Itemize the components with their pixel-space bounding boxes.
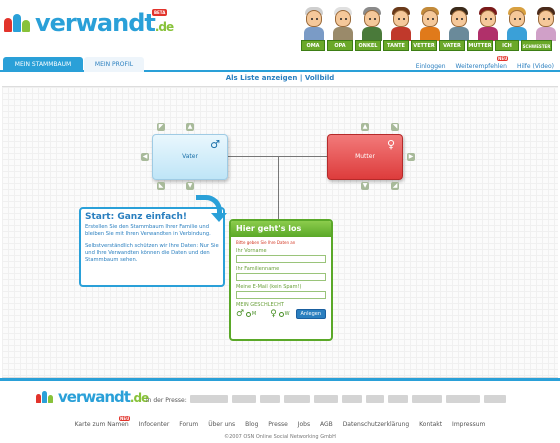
press-logo-image	[342, 395, 362, 403]
arrow-down-icon[interactable]: ▼	[361, 182, 369, 190]
curved-arrow-head-icon	[211, 213, 227, 222]
family-tab-vater[interactable]: VATER	[439, 40, 465, 51]
first-name-input[interactable]	[236, 255, 326, 263]
arrow-down-icon[interactable]: ▼	[186, 182, 194, 190]
list-view-link[interactable]: Als Liste anzeigen	[226, 74, 298, 82]
press-logo-image	[484, 395, 506, 403]
press-logo-image	[446, 395, 480, 403]
gender-label: MEIN GESCHLECHT	[236, 302, 284, 308]
press-logos	[190, 395, 510, 403]
copyright: ©2007 OSN Online Social Networking GmbH	[224, 434, 336, 440]
family-tab-ich[interactable]: ICH	[495, 40, 519, 51]
family-tabs: OMA OPA ONKEL TANTE VETTER VATER MUTTER …	[301, 40, 554, 51]
female-radio[interactable]	[278, 311, 284, 317]
footer-link-kontakt[interactable]: Kontakt	[419, 421, 442, 428]
footer-link-presse[interactable]: Presse	[268, 421, 287, 428]
last-name-input[interactable]	[236, 273, 326, 281]
footer-logo[interactable]: verwandt.de	[36, 388, 149, 406]
footer-link-agb[interactable]: AGB	[320, 421, 333, 428]
press-logo-image	[232, 395, 256, 403]
form-title: Hier geht's los	[231, 221, 331, 237]
logo-people-icon	[36, 391, 54, 403]
main-nav: MEIN STAMMBAUM MEIN PROFIL Einloggen Wei…	[0, 55, 560, 72]
press-logo-image	[388, 395, 408, 403]
female-icon: ♀	[270, 309, 277, 319]
logo-people-icon	[4, 14, 31, 32]
footer-link-infocenter[interactable]: Infocenter	[139, 421, 170, 428]
family-tab-mutter[interactable]: MUTTER	[467, 40, 493, 51]
fullscreen-link[interactable]: Vollbild	[305, 74, 334, 82]
press-logo-image	[284, 395, 310, 403]
tree-connector	[278, 156, 279, 220]
vater-label: Vater	[182, 153, 198, 160]
last-name-label: Ihr Familienname	[236, 266, 280, 272]
first-name-label: Ihr Vorname	[236, 248, 267, 254]
press-logo-image	[260, 395, 280, 403]
family-tab-schwester[interactable]: SCHWESTER	[521, 40, 552, 51]
footer-link-impressum[interactable]: Impressum	[452, 421, 485, 428]
site-logo[interactable]: verwandt.de	[4, 9, 174, 37]
arrow-up-icon[interactable]: ▲	[186, 123, 194, 131]
vater-node[interactable]: Vater ♂	[152, 134, 228, 180]
mutter-label: Mutter	[355, 153, 375, 160]
neu-badge: NEU	[497, 56, 509, 61]
login-link[interactable]: Einloggen	[416, 63, 446, 70]
view-options: Als Liste anzeigen | Vollbild	[0, 74, 560, 86]
footer-link-ueber-uns[interactable]: Über uns	[208, 421, 235, 428]
mutter-node[interactable]: Mutter ♀	[327, 134, 403, 180]
email-label: Meine E-Mail (kein Spam!)	[236, 284, 302, 290]
press-logo-image	[412, 395, 442, 403]
female-icon: ♀	[386, 138, 395, 151]
press-logo-image	[314, 395, 338, 403]
family-tab-tante[interactable]: TANTE	[383, 40, 409, 51]
footer-link-karte[interactable]: Karte zum Namen	[75, 421, 129, 428]
beta-badge: BETA	[152, 9, 168, 16]
arrow-diag-icon[interactable]: ◥	[391, 123, 399, 131]
help-video-link[interactable]: Hilfe (Video)	[517, 63, 554, 70]
signup-form: Hier geht's los Bitte geben Sie Ihre Dat…	[229, 219, 333, 341]
male-icon: ♂	[210, 138, 220, 151]
arrow-left-icon[interactable]: ◀	[141, 153, 149, 161]
press-label: in der Presse:	[146, 397, 187, 404]
gender-row: ♂ M ♀ W Anlegen	[236, 309, 326, 319]
arrow-right-icon[interactable]: ▶	[407, 153, 415, 161]
female-label: W	[284, 311, 290, 317]
form-note: Bitte geben Sie Ihre Daten an	[236, 240, 296, 245]
top-links: Einloggen Weiterempfehlen Hilfe (Video)	[406, 63, 554, 70]
separator: |	[299, 74, 303, 82]
logo-wordmark: verwandt.de	[58, 388, 149, 406]
start-title: Start: Ganz einfach!	[85, 212, 188, 222]
footer-links: Karte zum Namen Infocenter Forum Über un…	[0, 421, 560, 428]
start-callout: Start: Ganz einfach! Erstellen Sie den S…	[79, 207, 225, 287]
arrow-up-icon[interactable]: ▲	[361, 123, 369, 131]
footer-link-datenschutz[interactable]: Datenschutzerklärung	[343, 421, 410, 428]
footer-divider	[0, 378, 560, 381]
recommend-link[interactable]: Weiterempfehlen	[456, 63, 507, 70]
arrow-diag-icon[interactable]: ◤	[157, 123, 165, 131]
start-text: Erstellen Sie den Stammbaum Ihrer Famili…	[85, 224, 219, 263]
male-icon: ♂	[236, 309, 245, 319]
footer-link-blog[interactable]: Blog	[245, 421, 258, 428]
press-logo-image	[190, 395, 228, 403]
male-label: M	[251, 311, 257, 317]
family-tab-oma[interactable]: OMA	[301, 40, 325, 51]
press-logo-image	[366, 395, 384, 403]
tab-mein-profil[interactable]: MEIN PROFIL	[84, 57, 144, 72]
arrow-diag-icon[interactable]: ◢	[391, 182, 399, 190]
footer-link-forum[interactable]: Forum	[179, 421, 198, 428]
email-input[interactable]	[236, 291, 326, 299]
family-tab-vetter[interactable]: VETTER	[411, 40, 437, 51]
tab-mein-stammbaum[interactable]: MEIN STAMMBAUM	[3, 57, 83, 72]
footer-link-jobs[interactable]: Jobs	[298, 421, 310, 428]
family-tab-onkel[interactable]: ONKEL	[355, 40, 381, 51]
arrow-diag-icon[interactable]: ◣	[157, 182, 165, 190]
submit-button[interactable]: Anlegen	[295, 309, 326, 319]
family-tab-opa[interactable]: OPA	[327, 40, 353, 51]
male-radio[interactable]	[246, 311, 251, 317]
